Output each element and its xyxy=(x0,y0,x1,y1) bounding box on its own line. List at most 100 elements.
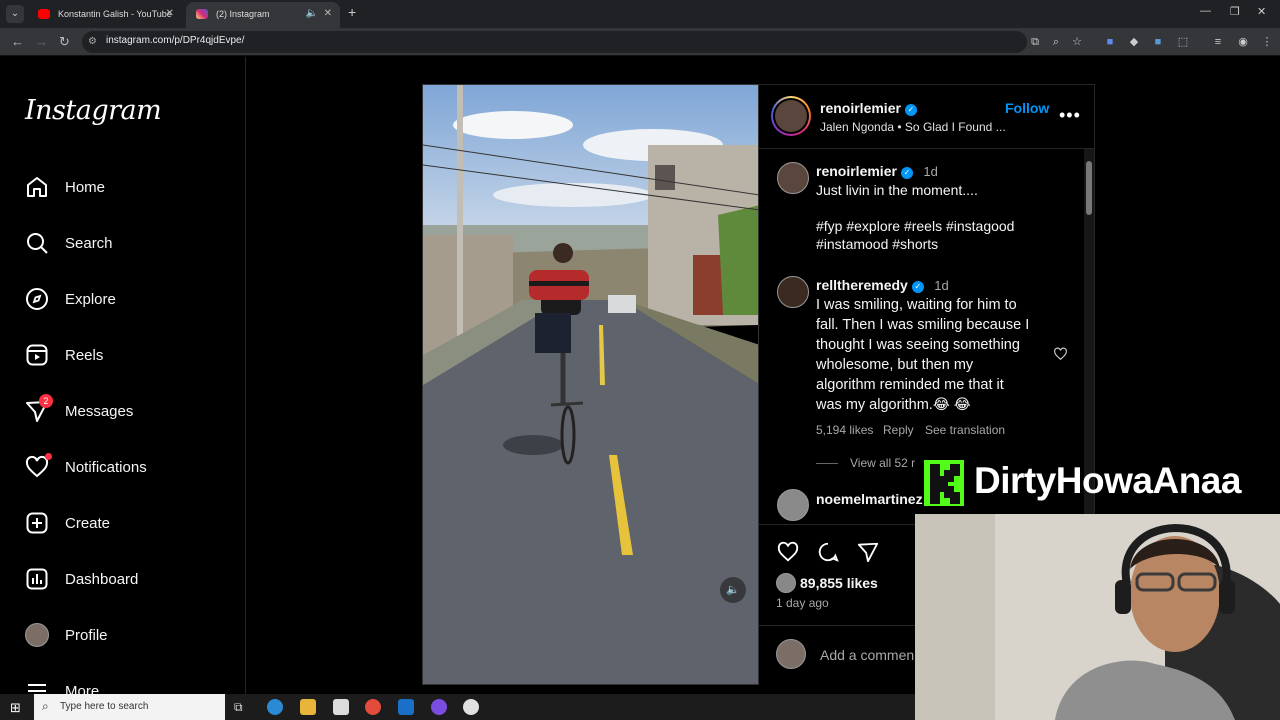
sidebar-item-profile[interactable]: Profile xyxy=(25,617,225,653)
see-translation-button[interactable]: See translation xyxy=(925,423,1005,437)
tab-search-icon[interactable]: ⌄ xyxy=(6,5,24,23)
puzzle-icon[interactable]: ⬚ xyxy=(1176,35,1190,49)
instagram-sidebar: Instagram Home Search Explore Reels 2 Me… xyxy=(0,57,246,694)
minimize-button[interactable]: — xyxy=(1200,5,1211,17)
sidebar-item-reels[interactable]: Reels xyxy=(25,337,225,373)
comment-avatar[interactable] xyxy=(777,489,809,521)
caption-username[interactable]: renoirlemier ✓ 1d xyxy=(816,163,938,181)
profile-icon[interactable]: ◉ xyxy=(1236,35,1250,49)
browser-tab-bar: ⌄ Konstantin Galish - YouTube ✕ (2) Inst… xyxy=(0,0,1280,28)
tab-youtube[interactable]: Konstantin Galish - YouTube ✕ xyxy=(28,2,182,28)
audio-attribution[interactable]: Jalen Ngonda • So Glad I Found ... xyxy=(820,120,1006,134)
task-view-icon[interactable]: ⧉ xyxy=(234,700,243,715)
instagram-icon xyxy=(196,9,208,19)
sidebar-item-messages[interactable]: 2 Messages xyxy=(25,393,225,429)
address-bar[interactable]: ⚙ instagram.com/p/DPr4qjdEvpe/ xyxy=(82,31,1027,53)
windows-taskbar: ⊞ ⌕ Type here to search ⧉ xyxy=(0,694,915,720)
sidebar-item-more[interactable]: More xyxy=(25,673,225,694)
view-replies-button[interactable]: View all 52 r xyxy=(850,456,915,470)
site-info-icon[interactable]: ⚙ xyxy=(88,36,100,48)
likes-count[interactable]: 89,855 likes xyxy=(800,575,878,591)
current-user-avatar xyxy=(776,639,806,669)
comment-text: I was smiling, waiting for him to fall. … xyxy=(816,297,1030,413)
close-icon[interactable]: ✕ xyxy=(324,2,332,26)
search-icon xyxy=(27,233,48,254)
file-explorer-icon[interactable] xyxy=(300,699,316,715)
sidebar-item-explore[interactable]: Explore xyxy=(25,281,225,317)
more-options-icon[interactable]: ••• xyxy=(1059,105,1081,126)
stream-banner: DirtyHowaAnaa xyxy=(920,456,1280,512)
comment-like-heart-icon[interactable] xyxy=(1053,347,1068,361)
share-icon[interactable] xyxy=(856,541,880,563)
tab-title: (2) Instagram xyxy=(216,9,270,19)
windows-start-icon[interactable]: ⊞ xyxy=(10,700,21,716)
reel-video[interactable]: 🔈 xyxy=(422,84,759,685)
sidebar-item-label: More xyxy=(65,683,100,694)
comment-bubble-icon[interactable] xyxy=(816,541,840,563)
restore-button[interactable]: ❐ xyxy=(1230,5,1240,18)
compass-icon xyxy=(26,288,48,310)
zoom-icon[interactable]: ⌕ xyxy=(1049,35,1063,49)
author-name[interactable]: renoirlemier ✓ xyxy=(820,100,917,118)
sidebar-item-label: Profile xyxy=(65,627,108,644)
verified-icon: ✓ xyxy=(904,104,917,116)
plus-square-icon xyxy=(26,512,48,534)
sidebar-item-label: Reels xyxy=(65,347,104,364)
video-frame xyxy=(423,85,758,684)
instagram-logo[interactable]: Instagram xyxy=(25,95,162,126)
sidebar-item-label: Explore xyxy=(65,291,116,308)
comment-username[interactable]: noemelmartinez xyxy=(816,491,923,507)
back-icon[interactable]: ← xyxy=(11,34,24,49)
comment-username[interactable]: relltheremedy ✓ 1d xyxy=(816,277,949,295)
like-heart-icon[interactable] xyxy=(776,541,800,563)
home-icon xyxy=(27,177,47,197)
caption-hashtags[interactable]: #fyp #explore #reels #instagood xyxy=(816,216,1014,236)
obs-icon[interactable] xyxy=(463,699,479,715)
avatar xyxy=(25,623,49,647)
reply-button[interactable]: Reply xyxy=(883,423,914,437)
close-icon[interactable]: ✕ xyxy=(166,2,174,26)
sidebar-item-dashboard[interactable]: Dashboard xyxy=(25,561,225,597)
mute-button[interactable]: 🔈 xyxy=(720,577,746,603)
install-icon[interactable]: ⧉ xyxy=(1028,35,1042,49)
kebab-menu-icon[interactable]: ⋮ xyxy=(1260,35,1274,49)
reload-icon[interactable]: ↻ xyxy=(59,34,70,50)
caption-avatar[interactable] xyxy=(777,162,809,194)
sidebar-item-create[interactable]: Create xyxy=(25,505,225,541)
verified-icon: ✓ xyxy=(911,281,924,293)
post-header: renoirlemier ✓ Jalen Ngonda • So Glad I F… xyxy=(759,85,1095,149)
app-icon[interactable] xyxy=(431,699,447,715)
extension-icon[interactable]: ◆ xyxy=(1127,35,1141,49)
tab-title: Konstantin Galish - YouTube xyxy=(58,9,172,19)
dashboard-icon xyxy=(26,568,48,590)
bookmark-star-icon[interactable]: ☆ xyxy=(1070,35,1084,49)
sidebar-item-notifications[interactable]: Notifications xyxy=(25,449,225,485)
new-tab-button[interactable]: + xyxy=(348,4,356,20)
notification-dot xyxy=(45,453,52,460)
edge-icon[interactable] xyxy=(267,699,283,715)
caption-hashtags[interactable]: #instamood #shorts xyxy=(816,234,938,254)
translate-extension-icon[interactable]: ■ xyxy=(1103,35,1117,49)
tab-instagram[interactable]: (2) Instagram 🔈 ✕ xyxy=(186,2,340,28)
media-control-icon[interactable]: ≡ xyxy=(1211,35,1225,49)
add-comment-input[interactable]: Add a commen xyxy=(820,647,914,663)
speaker-icon[interactable]: 🔈 xyxy=(306,2,318,26)
author-avatar[interactable] xyxy=(771,96,811,136)
sidebar-item-home[interactable]: Home xyxy=(25,169,225,205)
comment-likes-count[interactable]: 5,194 likes xyxy=(816,423,873,437)
forward-icon[interactable]: → xyxy=(35,34,48,49)
extension-2-icon[interactable]: ■ xyxy=(1151,35,1165,49)
sidebar-item-search[interactable]: Search xyxy=(25,225,225,261)
follow-button[interactable]: Follow xyxy=(1005,100,1049,116)
taskbar-search-placeholder: Type here to search xyxy=(60,701,149,712)
comment-avatar[interactable] xyxy=(777,276,809,308)
store-icon[interactable] xyxy=(333,699,349,715)
outlook-icon[interactable] xyxy=(398,699,414,715)
taskbar-search[interactable]: ⌕ Type here to search xyxy=(34,694,225,720)
comment-time: 1d xyxy=(934,278,949,293)
chrome-icon[interactable] xyxy=(365,699,381,715)
sidebar-item-label: Search xyxy=(65,235,113,252)
post-date: 1 day ago xyxy=(776,596,829,610)
caption-time: 1d xyxy=(923,164,938,179)
close-window-button[interactable]: ✕ xyxy=(1257,5,1266,18)
